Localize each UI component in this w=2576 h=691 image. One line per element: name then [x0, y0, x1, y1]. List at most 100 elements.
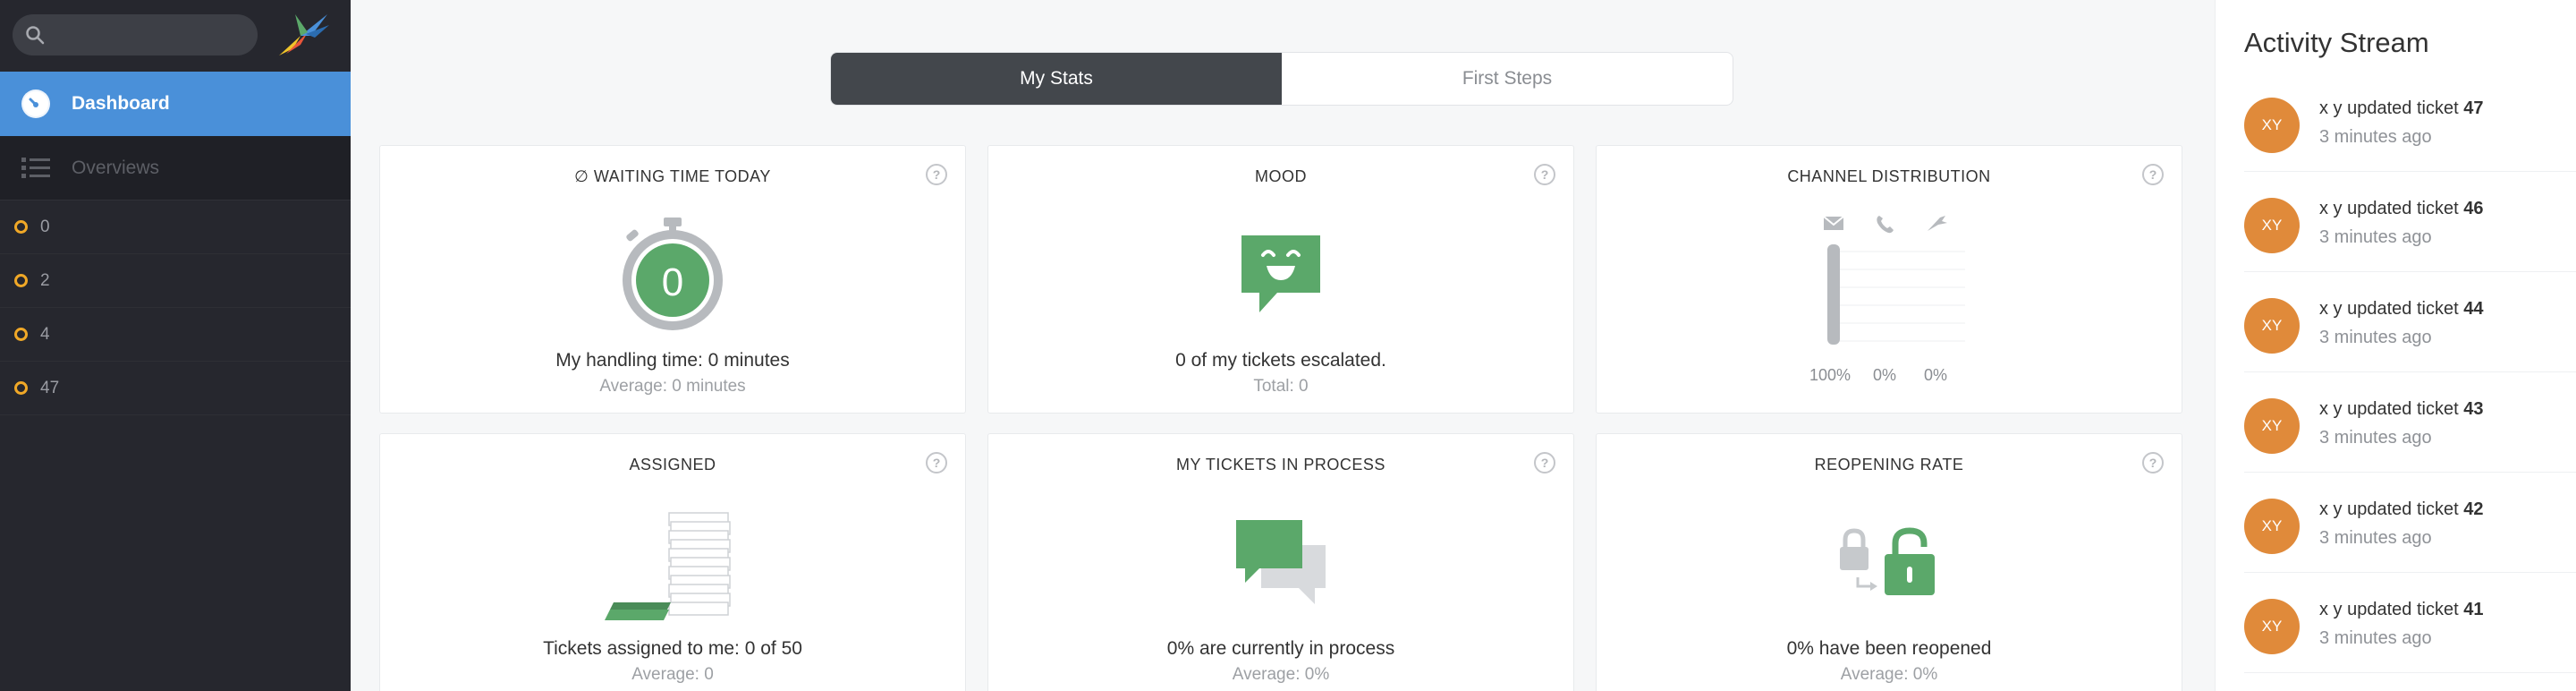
chat-bubbles-icon: [988, 518, 1573, 608]
reopened-text: 0% have been reopened: [1786, 638, 1992, 659]
card-title: MY TICKETS IN PROCESS: [1176, 456, 1385, 473]
channel-bar-email: [1827, 244, 1840, 345]
activity-text: x y updated ticket 41: [2319, 600, 2484, 619]
activity-ticket-link[interactable]: 47: [2463, 98, 2483, 118]
card-channel-distribution: CHANNEL DISTRIBUTION ? 100% 0% 0%: [1596, 145, 2182, 414]
stats-tabs: My Stats First Steps: [830, 52, 1733, 106]
waiting-time-value: 0: [661, 260, 684, 304]
assigned-average: Average: 0: [631, 665, 714, 684]
activity-item[interactable]: XY x y updated ticket 41 3 minutes ago: [2244, 573, 2576, 673]
help-icon[interactable]: ?: [926, 452, 947, 473]
avatar[interactable]: XY: [2244, 499, 2300, 554]
activity-ticket-link[interactable]: 43: [2463, 399, 2483, 419]
activity-text: x y updated ticket 42: [2319, 499, 2484, 519]
search-box[interactable]: [13, 14, 258, 55]
dashboard-icon: [21, 90, 50, 118]
nav-overviews-label: Overviews: [72, 157, 160, 178]
activity-ticket-link[interactable]: 46: [2463, 199, 2483, 218]
channel-labels: 100% 0% 0%: [1809, 366, 1965, 388]
activity-item[interactable]: XY x y updated ticket 43 3 minutes ago: [2244, 372, 2576, 473]
activity-text: x y updated ticket 46: [2319, 199, 2484, 218]
ticket-item[interactable]: 0: [0, 200, 351, 254]
logo-icon[interactable]: [274, 9, 331, 61]
assigned-text: Tickets assigned to me: 0 of 50: [543, 638, 802, 659]
card-title: ∅ WAITING TIME TODAY: [574, 167, 771, 185]
channel-label-phone: 0%: [1873, 366, 1897, 384]
channel-icons: [1823, 216, 1947, 234]
card-title: CHANNEL DISTRIBUTION: [1787, 167, 1991, 185]
ticket-status-icon: [14, 220, 28, 234]
ticket-status-icon: [14, 381, 28, 395]
handling-time-text: My handling time: 0 minutes: [555, 350, 790, 371]
reopened-average: Average: 0%: [1840, 665, 1938, 684]
activity-time: 3 minutes ago: [2319, 127, 2432, 147]
mood-smiley-icon: [988, 232, 1573, 314]
list-icon: [21, 157, 50, 178]
channel-label-twitter: 0%: [1924, 366, 1948, 384]
tab-my-stats[interactable]: My Stats: [831, 53, 1282, 105]
phone-icon: [1877, 216, 1894, 234]
nav-dashboard[interactable]: Dashboard: [0, 72, 351, 136]
activity-time: 3 minutes ago: [2319, 528, 2432, 548]
card-waiting-time: ∅ WAITING TIME TODAY ? 0 My handling tim…: [379, 145, 966, 414]
activity-item[interactable]: XY x y updated ticket 47 3 minutes ago: [2244, 72, 2576, 172]
activity-stream: Activity Stream XY x y updated ticket 47…: [2215, 0, 2576, 691]
card-title: MOOD: [1255, 167, 1307, 185]
channel-label-email: 100%: [1809, 366, 1852, 384]
ticket-status-icon: [14, 274, 28, 287]
activity-text: x y updated ticket 47: [2319, 98, 2484, 118]
activity-item[interactable]: XY x y updated ticket 44 3 minutes ago: [2244, 272, 2576, 372]
activity-time: 3 minutes ago: [2319, 628, 2432, 648]
card-mood: MOOD ? 0 of my tickets escalated. Total:…: [987, 145, 1574, 414]
help-icon[interactable]: ?: [2142, 164, 2164, 185]
nav-dashboard-label: Dashboard: [72, 93, 170, 114]
help-icon[interactable]: ?: [1534, 452, 1555, 473]
avatar[interactable]: XY: [2244, 599, 2300, 654]
avatar[interactable]: XY: [2244, 298, 2300, 354]
search-input[interactable]: [57, 20, 245, 50]
nav-overviews[interactable]: Overviews: [0, 136, 351, 200]
ticket-item[interactable]: 4: [0, 308, 351, 362]
card-assigned: ASSIGNED ? Tickets assigned to me: 0 of …: [379, 433, 966, 691]
avatar[interactable]: XY: [2244, 398, 2300, 454]
card-reopening-rate: REOPENING RATE ? 0% have been reopened A…: [1596, 433, 2182, 691]
in-process-text: 0% are currently in process: [1166, 638, 1395, 659]
card-title: ASSIGNED: [629, 456, 716, 473]
activity-text: x y updated ticket 43: [2319, 399, 2484, 419]
channel-chart: [1827, 244, 1965, 345]
escalated-text: 0 of my tickets escalated.: [1175, 350, 1386, 371]
activity-time: 3 minutes ago: [2319, 227, 2432, 247]
avatar[interactable]: XY: [2244, 98, 2300, 153]
ticket-item[interactable]: 47: [0, 362, 351, 415]
help-icon[interactable]: ?: [1534, 164, 1555, 185]
help-icon[interactable]: ?: [926, 164, 947, 185]
ticket-item[interactable]: 2: [0, 254, 351, 308]
activity-title: Activity Stream: [2244, 27, 2429, 58]
ticket-label: 47: [40, 378, 60, 397]
ticket-stack-icon: [380, 509, 965, 626]
tab-first-steps[interactable]: First Steps: [1282, 53, 1733, 105]
activity-item[interactable]: XY x y updated ticket 42 3 minutes ago: [2244, 473, 2576, 573]
ticket-label: 2: [40, 270, 50, 290]
ticket-label: 4: [40, 324, 50, 344]
help-icon[interactable]: ?: [2142, 452, 2164, 473]
twitter-icon: [1928, 216, 1947, 231]
activity-ticket-link[interactable]: 42: [2463, 499, 2483, 519]
escalated-total: Total: 0: [1253, 377, 1309, 396]
ticket-status-icon: [14, 328, 28, 341]
card-in-process: MY TICKETS IN PROCESS ? 0% are currently…: [987, 433, 1574, 691]
avatar[interactable]: XY: [2244, 198, 2300, 253]
lock-unlock-icon: [1597, 527, 2182, 599]
handling-time-average: Average: 0 minutes: [599, 377, 746, 396]
activity-ticket-link[interactable]: 44: [2463, 299, 2483, 319]
sidebar: Dashboard Overviews 0 2 4 47: [0, 0, 351, 691]
activity-item[interactable]: XY x y updated ticket 46 3 minutes ago: [2244, 172, 2576, 272]
main-content: My Stats First Steps ∅ WAITING TIME TODA…: [351, 0, 2215, 691]
activity-ticket-link[interactable]: 41: [2463, 600, 2483, 619]
activity-time: 3 minutes ago: [2319, 428, 2432, 448]
search-icon: [26, 26, 45, 45]
activity-text: x y updated ticket 44: [2319, 299, 2484, 319]
card-title: REOPENING RATE: [1814, 456, 1964, 473]
in-process-average: Average: 0%: [1232, 665, 1330, 684]
mail-icon: [1823, 216, 1844, 230]
